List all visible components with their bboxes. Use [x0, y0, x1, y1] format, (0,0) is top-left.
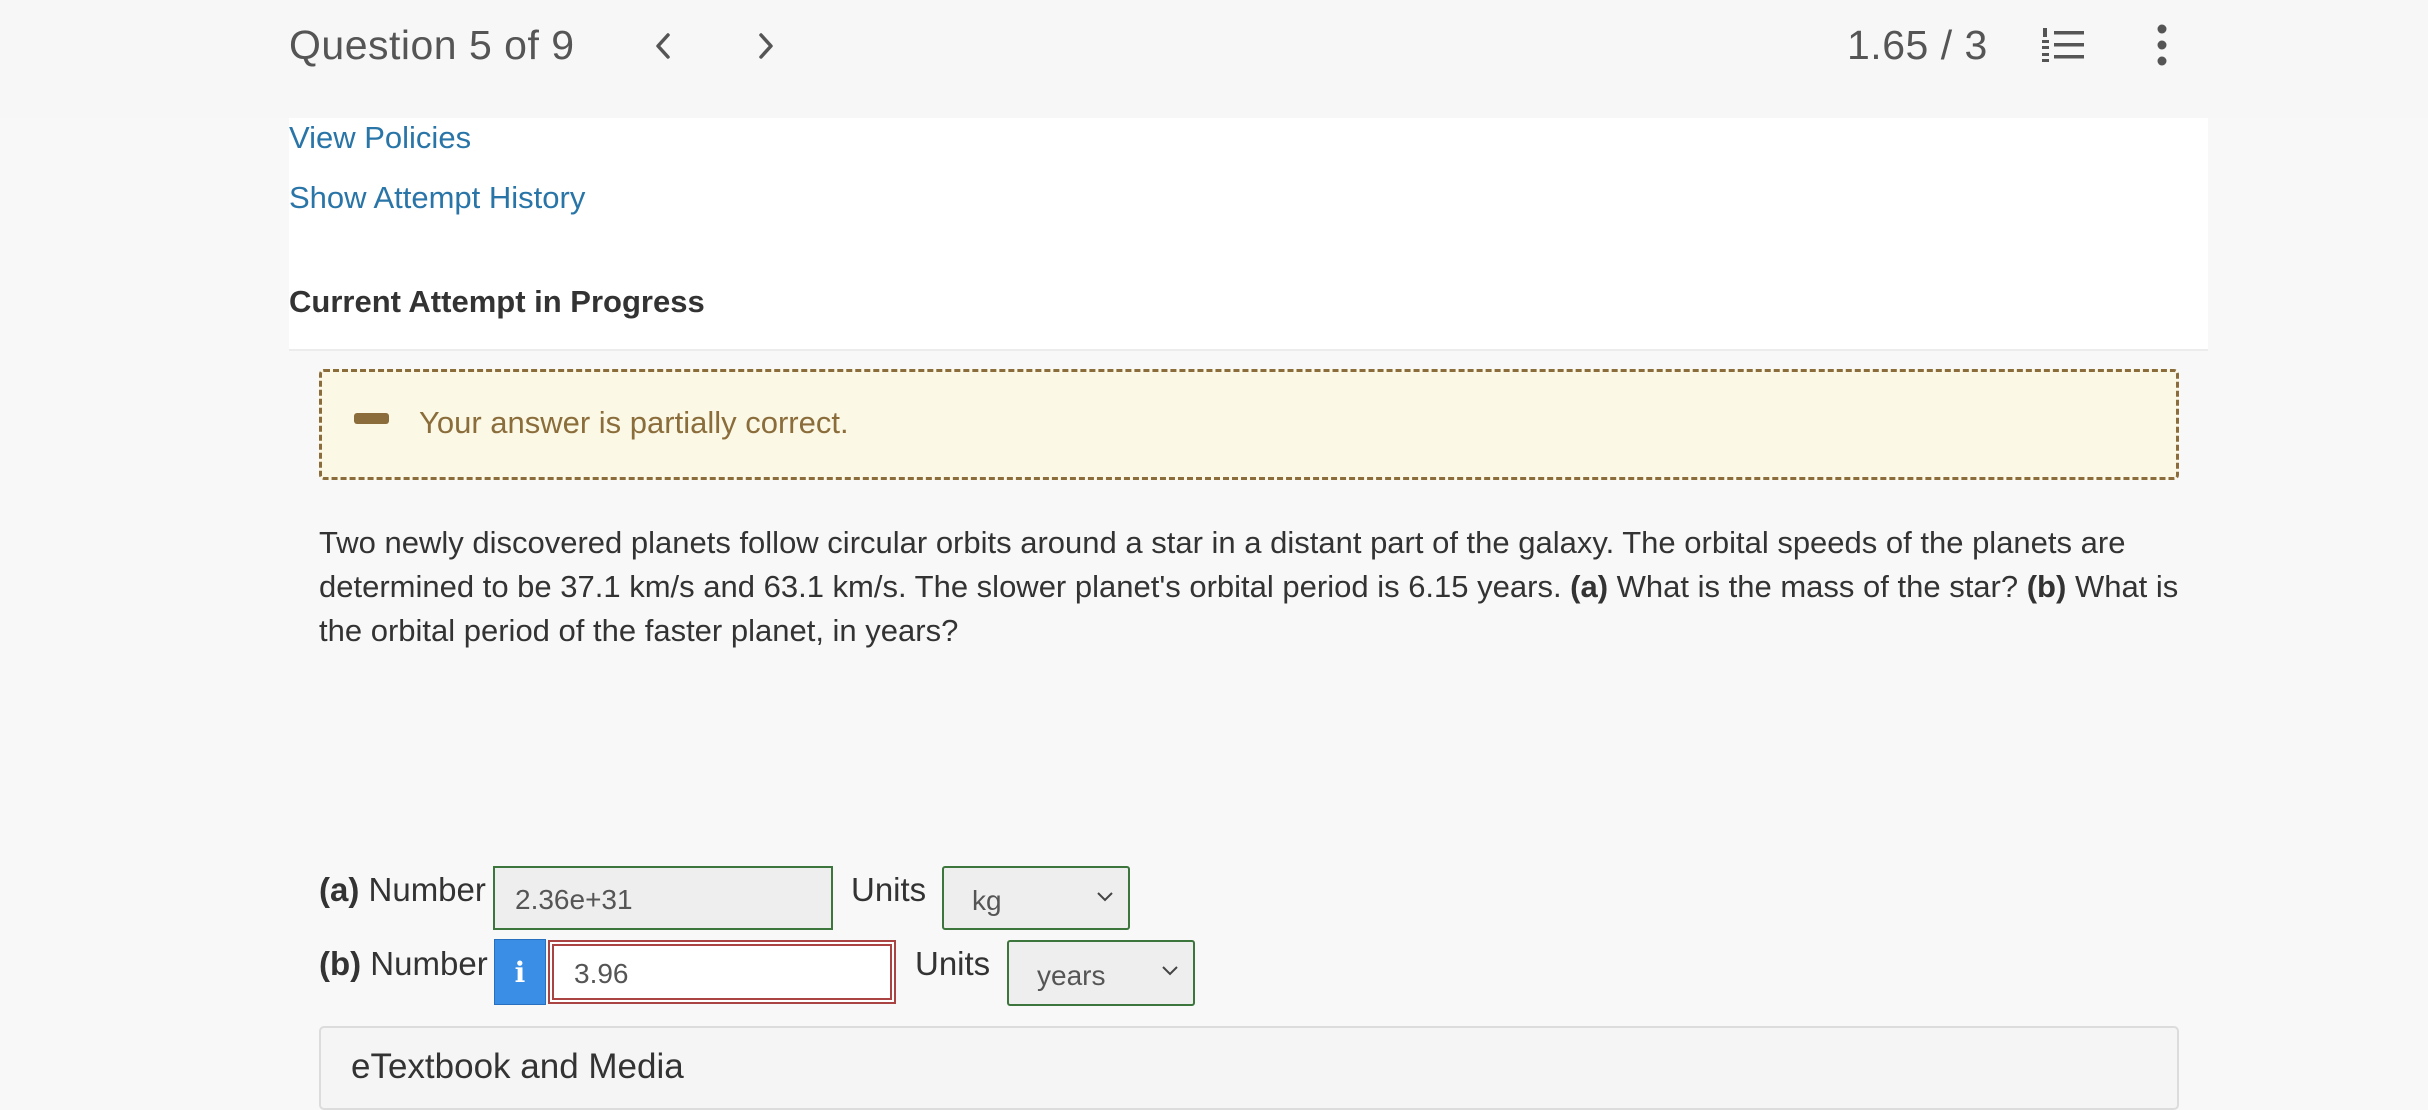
minus-icon: [354, 413, 389, 424]
problem-statement: Two newly discovered planets follow circ…: [319, 521, 2199, 653]
view-policies-link[interactable]: View Policies: [289, 120, 471, 156]
question-title: Question 5 of 9: [289, 22, 575, 68]
chevron-down-icon: [1162, 966, 1178, 976]
part-a-label-marker: (a): [319, 871, 360, 908]
part-b-label-marker: (b): [319, 945, 362, 982]
part-a-marker: (a): [1570, 569, 1609, 604]
part-a-units-value: kg: [972, 885, 1002, 916]
current-attempt-heading: Current Attempt in Progress: [289, 284, 705, 319]
chevron-right-icon: [759, 33, 773, 59]
part-a-units-label: Units: [851, 871, 927, 908]
chevron-down-icon: [1097, 892, 1113, 902]
question-panel: View Policies Show Attempt History Curre…: [289, 118, 2208, 1110]
feedback-text: Your answer is partially correct.: [419, 405, 849, 440]
part-a-number-input[interactable]: 2.36e+31: [493, 866, 833, 930]
next-question-button[interactable]: [744, 24, 788, 68]
etextbook-media-panel[interactable]: eTextbook and Media: [319, 1026, 2179, 1110]
chevron-left-icon: [656, 33, 670, 59]
part-b-units-label: Units: [915, 945, 991, 982]
question-header: Question 5 of 9 1.65 / 3: [0, 0, 2428, 118]
numbered-list-icon[interactable]: [2040, 25, 2086, 65]
info-button[interactable]: i: [494, 939, 546, 1005]
part-b-marker: (b): [2026, 569, 2067, 604]
part-a-units-select[interactable]: kg: [942, 866, 1130, 930]
part-a-question: What is the mass of the star?: [1608, 569, 2027, 604]
part-a-number-label: (a) Number: [319, 871, 486, 909]
etextbook-media-label: eTextbook and Media: [351, 1047, 684, 1086]
part-b-units-value: years: [1037, 960, 1106, 991]
part-b-units-select[interactable]: years: [1007, 940, 1195, 1006]
more-vertical-icon[interactable]: [2152, 22, 2172, 68]
score-display: 1.65 / 3: [1847, 22, 1988, 68]
part-b-label-text: Number: [361, 945, 488, 982]
feedback-banner: Your answer is partially correct.: [319, 369, 2179, 480]
question-content: Your answer is partially correct. Two ne…: [289, 351, 2208, 1110]
part-b-number-input[interactable]: 3.96: [548, 940, 896, 1004]
show-attempt-history-link[interactable]: Show Attempt History: [289, 180, 585, 216]
part-a-label-text: Number: [359, 871, 486, 908]
part-b-number-label: (b) Number: [319, 945, 488, 983]
previous-question-button[interactable]: [641, 24, 685, 68]
info-icon: i: [514, 955, 526, 989]
